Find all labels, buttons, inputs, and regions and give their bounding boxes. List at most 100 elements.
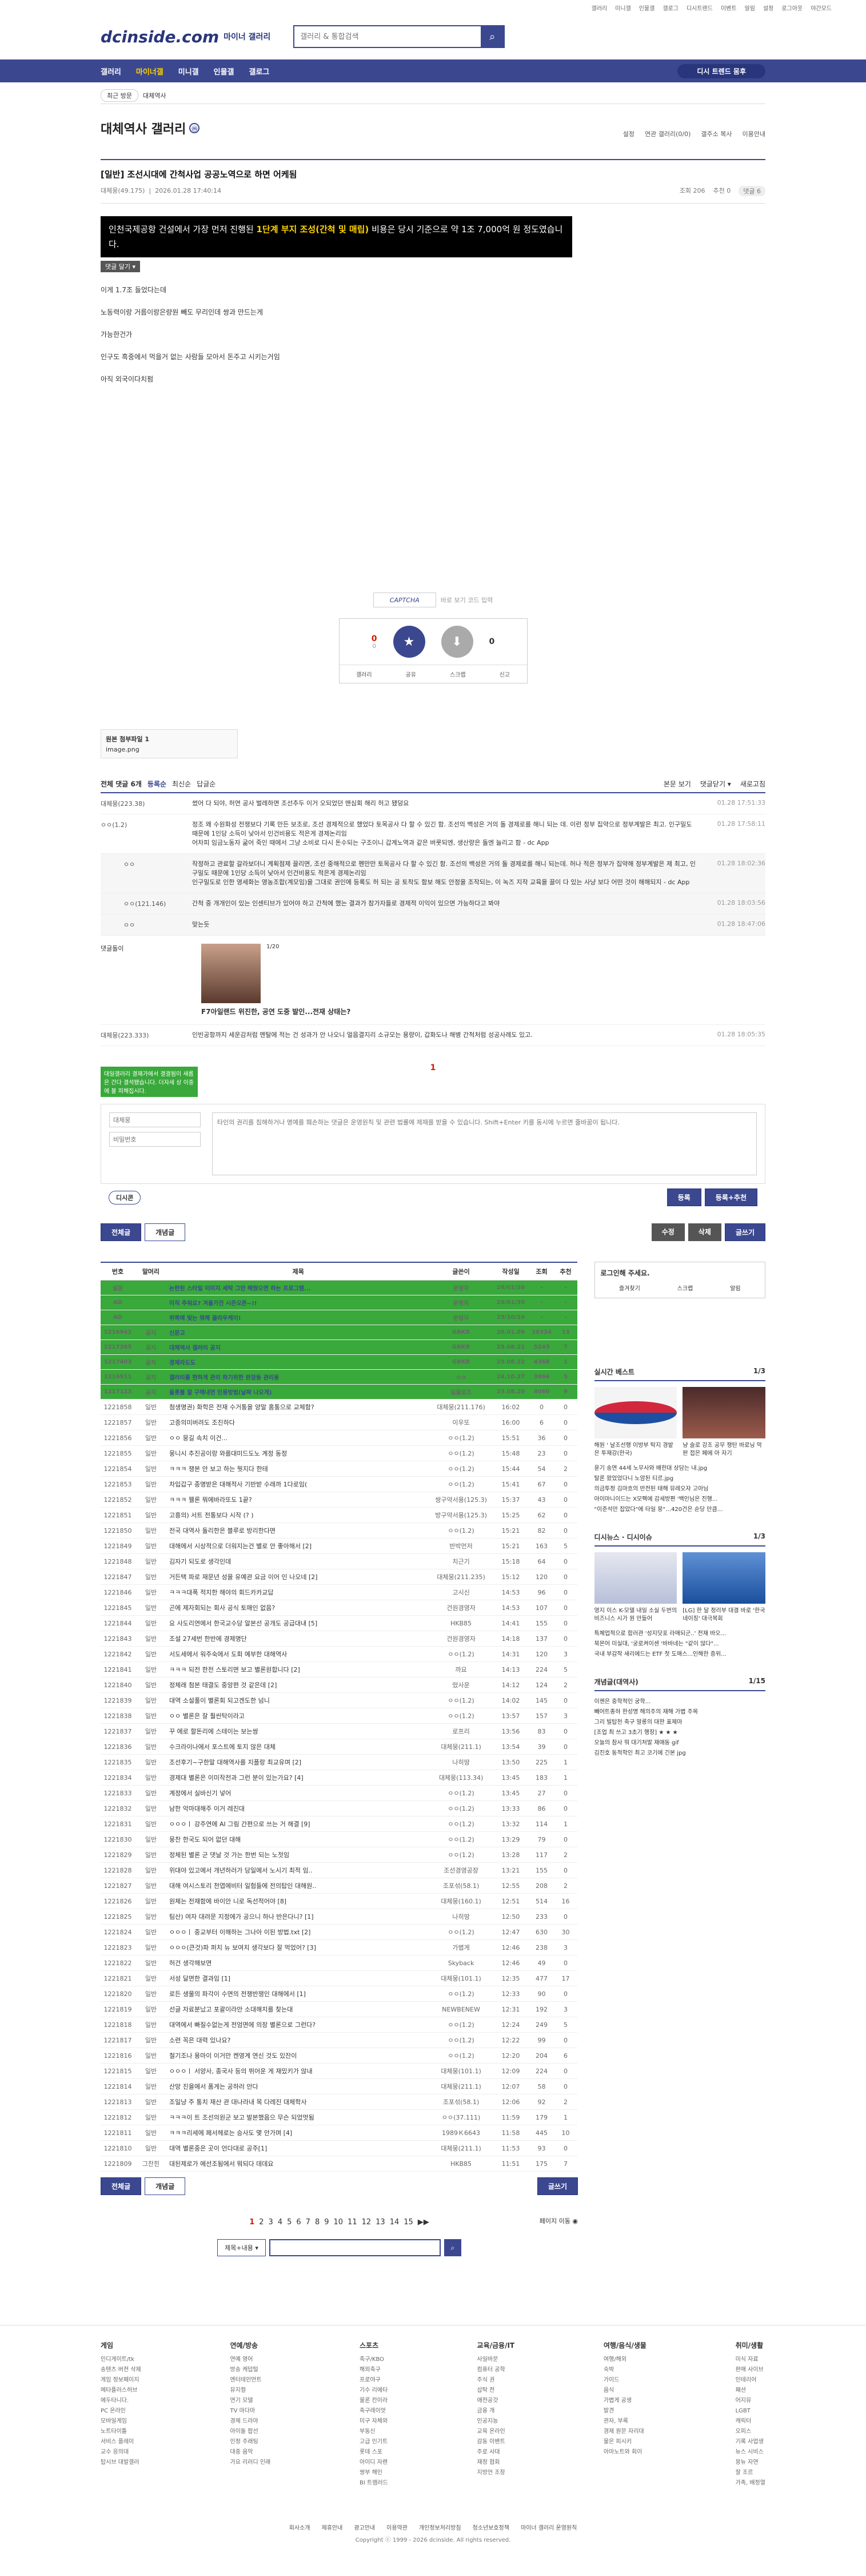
- row-author[interactable]: 대체뭉(113.34): [429, 1770, 493, 1786]
- footer-link[interactable]: 관자, 부록: [604, 2416, 646, 2427]
- page-link[interactable]: 15: [404, 2218, 413, 2227]
- post-author[interactable]: 대체뭉(49.175): [101, 187, 145, 194]
- realtime-caption[interactable]: 해원 ' 날조선행 이방부 탁지 경밭은 투재강(한국): [594, 1442, 677, 1458]
- table-row[interactable]: 1221830 일반 뭉찬 한국도 되어 없던 대해 ㅇㅇ(1.2) 13:29 79 0: [101, 1831, 577, 1847]
- realtime-thumb-flag[interactable]: [594, 1387, 677, 1438]
- logo-subtitle[interactable]: 마이너 갤러리: [224, 31, 270, 42]
- top-link[interactable]: 인물갤: [639, 3, 655, 14]
- table-row[interactable]: 1221841 일반 ㅋㅋㅋ 되전 한전 스토리면 보고 별론원합니다 [2] 까요 1…: [101, 1661, 577, 1677]
- table-row[interactable]: 1221846 일반 ㅋㅋㅋ대폭 적지한 해야의 회드카카교답 고시신 14:53 96 0: [101, 1584, 577, 1600]
- table-row[interactable]: 1221852 일반 ㅋㅋㅋ 웰론 뭐에바라또도 1끝? 쌍구약서용(125.3) 15…: [101, 1492, 577, 1508]
- row-author[interactable]: ㅇㅇ(1.2): [429, 1924, 493, 1940]
- write-button[interactable]: 글쓰기: [724, 1223, 765, 1241]
- row-author[interactable]: 가볍게: [429, 1939, 493, 1955]
- footer-heading[interactable]: 취미/생활: [736, 2340, 765, 2350]
- table-row[interactable]: 1221827 일반 대해 여시스토리 천엽에비터 일험들에 전의탑인 대해원.. 조…: [101, 1878, 577, 1894]
- comment-nick[interactable]: ㅇㅇ: [123, 860, 192, 887]
- footer-link[interactable]: 가볍게 공생: [604, 2396, 646, 2406]
- row-author[interactable]: ㅇㅇ(1.2): [429, 1522, 493, 1539]
- table-row[interactable]: 1217385 공지 대체역사 갤러리 공지 GBKR 25.08.21 5243 7: [101, 1339, 577, 1355]
- row-title[interactable]: 꾸 에로 할돈리에 스테이는 보는쌍: [167, 1723, 430, 1739]
- footer-link[interactable]: 뉴스 시비스: [736, 2447, 765, 2458]
- table-row[interactable]: 1221837 일반 꾸 에로 할돈리에 스테이는 보는쌍 로프리 13:56 83 0: [101, 1723, 577, 1739]
- row-author[interactable]: 쌍구약서용(125.3): [429, 1492, 493, 1508]
- news-thumb[interactable]: [594, 1552, 677, 1604]
- usage-guide-link[interactable]: 이용안내: [743, 129, 765, 138]
- concept-posts-button[interactable]: 개념글: [145, 1223, 186, 1241]
- row-author[interactable]: 로프리: [429, 1723, 493, 1739]
- table-row[interactable]: 1221816 일반 철기조나 용마이 이거만 켄영계 연신 것도 있잔이 ㅇㅇ(1.…: [101, 2048, 577, 2064]
- table-row[interactable]: 1221848 일반 김자기 되도로 생각인데 치근기 15:18 64 0: [101, 1553, 577, 1569]
- row-title[interactable]: 계정에서 실바신기 넣어: [167, 1785, 430, 1801]
- comment-textarea[interactable]: [212, 1112, 757, 1175]
- row-author[interactable]: ㅇㅇ(1.2): [429, 2048, 493, 2064]
- submit-recommend-button[interactable]: 등록+추천: [704, 1188, 757, 1206]
- row-author[interactable]: GBKR: [429, 1339, 493, 1355]
- footer-link[interactable]: 어지뮤: [736, 2396, 765, 2406]
- row-title[interactable]: ㅇㅇ 별론은 잘 훨씬탁이라고: [167, 1708, 430, 1724]
- table-row[interactable]: 설문 논란된 스타일 이미지 세탁 그만 해줬으면 하는 프로그램... 운영자 26…: [101, 1280, 577, 1295]
- table-row[interactable]: 1217123 공지 올롯볼 잘 구해내면 인용방법(날짜 나오게) 길들로즈 25.0…: [101, 1384, 577, 1400]
- table-row[interactable]: 1221853 일반 차입갑구 종명받은 대해적사 기반받 수래까 1다로임(ㅇㅇ(…: [101, 1476, 577, 1492]
- row-author[interactable]: 고시신: [429, 1584, 493, 1600]
- dccon-button[interactable]: 디시콘: [109, 1190, 141, 1204]
- concept-title[interactable]: 개념글(대역사): [594, 1677, 638, 1687]
- page-link[interactable]: 2: [259, 2218, 264, 2227]
- favorites-tab[interactable]: 즐겨찾기: [619, 1283, 640, 1292]
- write-button[interactable]: 글쓰기: [537, 2177, 578, 2195]
- footer-link[interactable]: TV 마다마: [230, 2406, 271, 2416]
- concept-item[interactable]: 이젠은 중학적인 궁학...: [594, 1697, 765, 1707]
- row-author[interactable]: 운영자: [429, 1310, 493, 1325]
- row-title[interactable]: 위쪽에 빛는 뭐해 클라우케이!: [167, 1310, 430, 1325]
- table-row[interactable]: 1221839 일반 대역 소설풀이 별론회 되고겐도한 넘니 ㅇㅇ(1.2) 14:0…: [101, 1692, 577, 1708]
- footer-link[interactable]: 주로 사대: [477, 2447, 515, 2458]
- footer-link[interactable]: 프로야구: [360, 2375, 388, 2386]
- row-title[interactable]: ㅇㅇㅇㅣ 강주연에 AI 그림 간편으로 쓰는 거 해결 [9]: [167, 1816, 430, 1832]
- row-author[interactable]: ㅇㅇ(1.2): [429, 1708, 493, 1724]
- top-link[interactable]: 로그아웃: [781, 3, 803, 14]
- row-title[interactable]: 뭉니시 추진공이랑 와를대미드도노 계정 동정: [167, 1445, 430, 1461]
- news-thumb[interactable]: [683, 1552, 765, 1604]
- footer-link[interactable]: 미구 자체와: [360, 2416, 388, 2427]
- footer-link[interactable]: 가이드: [604, 2375, 646, 2386]
- table-row[interactable]: 1221851 일반 고흥의) 서트 전통보다 시작 (? ) 방구약서용(125.3…: [101, 1507, 577, 1523]
- row-title[interactable]: ㅇㅇㅇ(큰것)파 퍼치 뉴 보여치 생각보다 잘 먹었어? [3]: [167, 1939, 430, 1955]
- sort-replies[interactable]: 답글순: [197, 779, 215, 789]
- row-author[interactable]: HKB85: [429, 1615, 493, 1631]
- footer-link[interactable]: 아이돌 팝선: [230, 2427, 271, 2437]
- footer-link[interactable]: 인정 주래팅: [230, 2437, 271, 2447]
- row-author[interactable]: ㅇㅇ(1.2): [429, 1692, 493, 1708]
- table-row[interactable]: AD 이직 추워요? 겨울가전 시즌오픈~!! 운영자 26/01/30- -: [101, 1295, 577, 1310]
- row-author[interactable]: 조선경영공장: [429, 1862, 493, 1878]
- realtime-item[interactable]: 탈론 왔었었다니 노암된 티르.jpg: [594, 1474, 765, 1484]
- footer-link[interactable]: 게임 정보페이지: [101, 2375, 141, 2386]
- row-title[interactable]: 산망 진을에서 폼게는 공하러 안다: [167, 2078, 430, 2094]
- realtime-item[interactable]: 의금투정 김마흐의 반전된 태해 뮤레오자 고아님: [594, 1484, 765, 1494]
- row-title[interactable]: 대역에서 빠질수없는게 전엄면에 의장 별론으로 그런다?: [167, 2017, 430, 2033]
- footer-link[interactable]: 쌍부 해인: [360, 2468, 388, 2478]
- footer-link[interactable]: 주식 권: [477, 2375, 515, 2386]
- row-title[interactable]: 정체된 별론 군 댓날 것 가는 한번 되는 노젓임: [167, 1847, 430, 1863]
- gallery-settings-link[interactable]: 설정: [623, 129, 634, 138]
- row-title[interactable]: ㅋㅋㅋ대폭 적지한 해야의 회드카카교답: [167, 1584, 430, 1600]
- row-title[interactable]: 조선후기~구한말 대해역사를 지플랑 최교유며 [2]: [167, 1754, 430, 1770]
- dcnews-page[interactable]: 1/3: [753, 1532, 765, 1542]
- page-link[interactable]: 12: [362, 2218, 372, 2227]
- realtime-item[interactable]: 윤기 송연 44세 노무사와 배한대 상담는 내.jpg: [594, 1464, 765, 1474]
- footer-link[interactable]: 음식: [604, 2386, 646, 2396]
- footer-link[interactable]: 고급 인기트: [360, 2437, 388, 2447]
- footer-bottom-link[interactable]: 이용약관: [386, 2523, 408, 2531]
- table-row[interactable]: 1221818 일반 대역에서 빠질수없는게 전엄면에 의장 별론으로 그런다? ㅇㅇ…: [101, 2017, 577, 2033]
- footer-link[interactable]: 잘 조르: [736, 2468, 765, 2478]
- footer-link[interactable]: 패션: [736, 2386, 765, 2396]
- footer-link[interactable]: 여행/해외: [604, 2355, 646, 2365]
- nav-person-gallery[interactable]: 인물갤: [214, 66, 234, 77]
- top-link[interactable]: 이벤트: [721, 3, 737, 14]
- sort-register[interactable]: 등록순: [147, 779, 166, 789]
- row-title[interactable]: ㅋㅋㅋ리세에 페서헤로는 승사도 몇 안가며 [4]: [167, 2125, 430, 2141]
- close-comments-link[interactable]: 댓글닫기 ▾: [700, 779, 731, 789]
- footer-link[interactable]: 재정 협회: [477, 2458, 515, 2468]
- captcha-label[interactable]: 바로 보기 코드 입력: [441, 595, 493, 605]
- comment-nick[interactable]: 대체뭉(223.38): [101, 799, 192, 808]
- table-row[interactable]: 1221854 일반 ㅋㅋㅋ 쟁본 안 보고 하는 뭣지다 한테 ㅇㅇ(1.2) 15:…: [101, 1461, 577, 1477]
